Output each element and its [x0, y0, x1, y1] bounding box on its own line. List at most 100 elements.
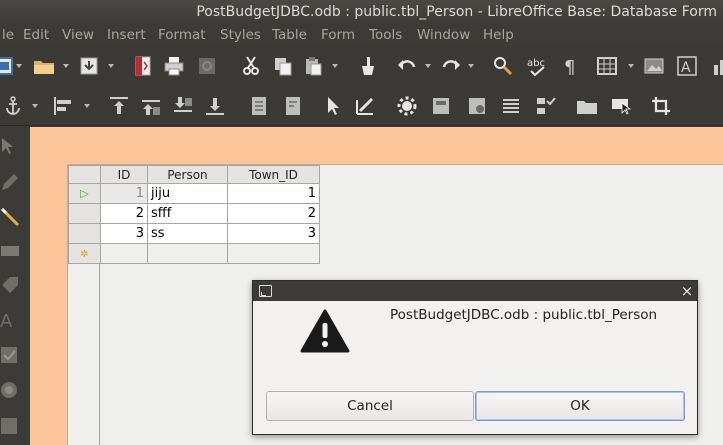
- table-row[interactable]: 3 ss 3: [68, 223, 320, 244]
- cell-id[interactable]: 2: [100, 203, 148, 224]
- checkbox-icon[interactable]: [0, 344, 20, 366]
- svg-text:¶: ¶: [564, 57, 575, 77]
- form-controls-toolbar: A: [0, 127, 30, 445]
- window-title: PostBudgetJDBC.odb : public.tbl_Person -…: [196, 4, 717, 20]
- copy-icon[interactable]: [272, 55, 294, 77]
- select-pointer-icon[interactable]: [322, 95, 344, 117]
- cell-town-id[interactable]: 2: [227, 203, 320, 224]
- dialog-window-icon: [259, 285, 272, 297]
- cell-person[interactable]: sfff: [147, 203, 228, 224]
- cell-town-id-new[interactable]: [227, 243, 320, 264]
- design-mode-toggle-icon[interactable]: [610, 95, 632, 117]
- text-box-icon[interactable]: A: [676, 55, 698, 77]
- backward-one-icon[interactable]: [172, 95, 194, 117]
- bring-to-front-icon[interactable]: [108, 95, 130, 117]
- add-field-icon[interactable]: [534, 95, 556, 117]
- menu-insert[interactable]: Insert: [107, 24, 146, 46]
- save-icon[interactable]: [78, 55, 100, 77]
- spelling-icon[interactable]: abc: [526, 55, 548, 77]
- standard-toolbar: abc ¶ A: [0, 46, 723, 86]
- forward-one-icon[interactable]: [140, 95, 162, 117]
- close-icon[interactable]: ×: [679, 282, 695, 300]
- menu-styles[interactable]: Styles: [220, 24, 261, 46]
- dialog-message: PostBudgetJDBC.odb : public.tbl_Person: [390, 307, 658, 323]
- clone-formatting-icon[interactable]: [357, 55, 379, 77]
- window-titlebar: PostBudgetJDBC.odb : public.tbl_Person -…: [0, 0, 723, 24]
- option-button-icon[interactable]: [0, 379, 20, 401]
- row-selector-current[interactable]: ▷: [68, 183, 101, 204]
- cell-id[interactable]: 1: [100, 183, 148, 204]
- warning-icon: [300, 308, 350, 354]
- align-objects-icon[interactable]: [52, 95, 74, 117]
- form-design-toolbar: [0, 86, 723, 126]
- menu-form[interactable]: Form: [321, 24, 355, 46]
- menu-help[interactable]: Help: [483, 24, 514, 46]
- ok-button[interactable]: OK: [475, 391, 685, 421]
- table-row[interactable]: ▷ 1 jiju 1: [68, 183, 320, 204]
- form-properties-icon[interactable]: [248, 95, 270, 117]
- label-field-icon[interactable]: [0, 240, 20, 262]
- redo-icon[interactable]: [440, 55, 462, 77]
- cell-id[interactable]: 3: [100, 223, 148, 244]
- cell-town-id[interactable]: 1: [227, 183, 320, 204]
- control-wizards-icon[interactable]: [396, 95, 418, 117]
- chart-icon[interactable]: [712, 55, 723, 77]
- find-replace-icon[interactable]: [492, 55, 514, 77]
- dialog-titlebar: ×: [253, 281, 697, 301]
- open-design-folder-icon[interactable]: [576, 95, 598, 117]
- menu-tools[interactable]: Tools: [369, 24, 402, 46]
- row-header-corner[interactable]: [68, 165, 101, 184]
- print-icon[interactable]: [163, 55, 185, 77]
- form-design-icon[interactable]: [430, 95, 452, 117]
- crop-icon[interactable]: [650, 95, 672, 117]
- cell-id-new[interactable]: [100, 243, 148, 264]
- menu-format[interactable]: Format: [158, 24, 206, 46]
- undo-icon[interactable]: [396, 55, 418, 77]
- menu-edit[interactable]: Edit: [23, 24, 49, 46]
- menu-table[interactable]: Table: [272, 24, 307, 46]
- row-selector-new[interactable]: ✲: [68, 243, 101, 264]
- new-record-icon: ✲: [80, 249, 89, 260]
- column-header-id[interactable]: ID: [100, 165, 148, 184]
- formatting-marks-icon[interactable]: ¶: [560, 55, 582, 77]
- table-icon[interactable]: [596, 55, 618, 77]
- tag-icon[interactable]: [0, 274, 20, 296]
- new-record-row[interactable]: ✲: [68, 243, 320, 264]
- open-folder-icon[interactable]: [33, 55, 55, 77]
- activation-order-icon[interactable]: [466, 95, 488, 117]
- column-header-town-id[interactable]: Town_ID: [227, 165, 320, 184]
- send-to-back-icon[interactable]: [204, 95, 226, 117]
- anchor-icon[interactable]: [2, 95, 24, 117]
- svg-text:A: A: [0, 311, 13, 331]
- menu-view[interactable]: View: [62, 24, 94, 46]
- control-properties-icon[interactable]: [282, 95, 304, 117]
- cut-icon[interactable]: [240, 55, 262, 77]
- paste-icon[interactable]: [302, 55, 324, 77]
- current-row-marker-icon: ▷: [80, 187, 89, 200]
- cell-town-id[interactable]: 3: [227, 223, 320, 244]
- cell-person[interactable]: jiju: [147, 183, 228, 204]
- column-header-person[interactable]: Person: [147, 165, 228, 184]
- menu-bar: le Edit View Insert Format Styles Table …: [0, 24, 723, 46]
- cancel-button[interactable]: Cancel: [266, 391, 474, 421]
- cell-person-new[interactable]: [147, 243, 228, 264]
- cell-person[interactable]: ss: [147, 223, 228, 244]
- print-preview-icon[interactable]: [196, 55, 218, 77]
- svg-text:A: A: [681, 60, 691, 76]
- row-selector[interactable]: [68, 223, 101, 244]
- menu-window[interactable]: Window: [417, 24, 470, 46]
- menu-file[interactable]: le: [2, 24, 14, 46]
- export-pdf-icon[interactable]: [132, 55, 154, 77]
- select-icon[interactable]: [0, 136, 20, 158]
- form-navigator-icon[interactable]: [500, 95, 522, 117]
- table-row[interactable]: 2 sfff 2: [68, 203, 320, 224]
- insert-image-icon[interactable]: [643, 55, 665, 77]
- new-document-icon[interactable]: [0, 55, 14, 77]
- design-mode-icon[interactable]: [354, 95, 376, 117]
- grid-header-row: ID Person Town_ID: [68, 165, 320, 184]
- text-field-icon[interactable]: A: [0, 309, 20, 332]
- row-selector[interactable]: [68, 203, 101, 224]
- list-box-icon[interactable]: [0, 414, 20, 436]
- wand-icon[interactable]: [0, 205, 20, 227]
- pencil-icon[interactable]: [0, 170, 20, 192]
